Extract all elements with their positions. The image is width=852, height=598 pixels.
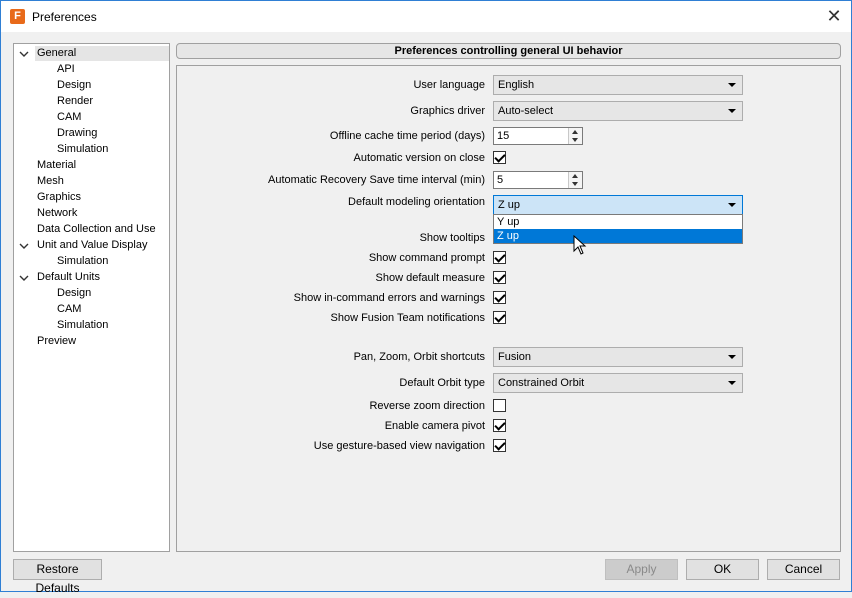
tree-item-api[interactable]: API	[57, 62, 75, 77]
mouse-pointer-icon	[573, 235, 587, 255]
default-orbit-combo[interactable]: Constrained Orbit	[493, 373, 743, 393]
modeling-orientation-dropdown-list: Y up Z up	[493, 214, 743, 244]
pan-zoom-orbit-label: Pan, Zoom, Orbit shortcuts	[353, 351, 485, 363]
tree-item-label: General	[37, 47, 77, 59]
spin-up-icon[interactable]	[572, 174, 578, 178]
tree-item-simulation[interactable]: Simulation	[57, 142, 108, 157]
graphics-driver-combo[interactable]: Auto-select	[493, 101, 743, 121]
tree-item-simulation[interactable]: Simulation	[57, 318, 108, 333]
tree-item-network[interactable]: Network	[37, 206, 77, 221]
reverse-zoom-checkbox[interactable]	[493, 399, 506, 412]
spin-up-icon[interactable]	[572, 130, 578, 134]
auto-recovery-spinner[interactable]: 5	[493, 171, 583, 189]
user-language-label: User language	[413, 79, 485, 91]
preferences-tree: General API Design Render CAM Drawing Si…	[13, 43, 170, 552]
tree-item-drawing[interactable]: Drawing	[57, 126, 97, 141]
option-z-up[interactable]: Z up	[494, 229, 742, 243]
panel-header: Preferences controlling general UI behav…	[176, 43, 841, 59]
title-bar: F Preferences ✕	[1, 1, 851, 32]
close-icon[interactable]: ✕	[817, 1, 851, 31]
ok-button[interactable]: OK	[686, 559, 759, 580]
option-y-up[interactable]: Y up	[494, 215, 742, 229]
tree-item-default-units[interactable]: Default Units	[37, 270, 100, 285]
chevron-down-icon[interactable]	[19, 273, 29, 283]
combo-value: Fusion	[498, 351, 532, 363]
tree-item-preview[interactable]: Preview	[37, 334, 76, 349]
tree-item-unit-value-display[interactable]: Unit and Value Display	[37, 238, 147, 253]
combo-value: Auto-select	[498, 105, 554, 117]
combo-value: Z up	[498, 199, 521, 211]
fusion-app-icon: F	[10, 9, 25, 24]
show-command-prompt-label: Show command prompt	[368, 252, 485, 264]
preferences-window: F Preferences ✕ General API Design Rende…	[0, 0, 852, 595]
tree-item-cam[interactable]: CAM	[57, 110, 81, 125]
tree-item-data-collection[interactable]: Data Collection and Use	[37, 222, 156, 237]
tree-item-design[interactable]: Design	[57, 286, 91, 301]
default-orbit-label: Default Orbit type	[399, 377, 485, 389]
pan-zoom-orbit-combo[interactable]: Fusion	[493, 347, 743, 367]
tree-item-mesh[interactable]: Mesh	[37, 174, 64, 189]
spinner-buttons[interactable]	[568, 128, 582, 144]
dropdown-arrow-icon	[728, 381, 736, 385]
show-default-measure-checkbox[interactable]	[493, 271, 506, 284]
dropdown-arrow-icon	[728, 109, 736, 113]
dropdown-arrow-icon	[728, 83, 736, 87]
show-team-notifications-label: Show Fusion Team notifications	[330, 312, 486, 324]
tree-item-graphics[interactable]: Graphics	[37, 190, 81, 205]
auto-recovery-label: Automatic Recovery Save time interval (m…	[267, 174, 485, 186]
gesture-nav-label: Use gesture-based view navigation	[313, 440, 485, 452]
chevron-down-icon[interactable]	[19, 49, 29, 59]
combo-value: Constrained Orbit	[498, 377, 585, 389]
restore-defaults-button[interactable]: Restore Defaults	[13, 559, 102, 595]
cancel-button[interactable]: Cancel	[767, 559, 840, 580]
apply-button[interactable]: Apply	[605, 559, 678, 580]
tree-item-simulation[interactable]: Simulation	[57, 254, 108, 269]
modeling-orientation-label: Default modeling orientation	[348, 196, 485, 208]
dropdown-arrow-icon	[728, 355, 736, 359]
offline-cache-spinner[interactable]: 15	[493, 127, 583, 145]
spinner-value: 15	[497, 130, 510, 142]
tree-item-general[interactable]: General	[35, 46, 169, 61]
show-command-prompt-checkbox[interactable]	[493, 251, 506, 264]
tree-item-design[interactable]: Design	[57, 78, 91, 93]
graphics-driver-label: Graphics driver	[410, 105, 485, 117]
tree-item-render[interactable]: Render	[57, 94, 93, 109]
spin-down-icon[interactable]	[572, 182, 578, 186]
user-language-combo[interactable]: English	[493, 75, 743, 95]
auto-version-checkbox[interactable]	[493, 151, 506, 164]
dropdown-arrow-icon	[728, 203, 736, 207]
auto-version-label: Automatic version on close	[353, 152, 485, 164]
modeling-orientation-combo[interactable]: Z up	[493, 195, 743, 215]
gesture-nav-checkbox[interactable]	[493, 439, 506, 452]
show-default-measure-label: Show default measure	[375, 272, 485, 284]
chevron-down-icon[interactable]	[19, 241, 29, 251]
spin-down-icon[interactable]	[572, 138, 578, 142]
reverse-zoom-label: Reverse zoom direction	[369, 400, 485, 412]
show-errors-checkbox[interactable]	[493, 291, 506, 304]
camera-pivot-checkbox[interactable]	[493, 419, 506, 432]
spinner-value: 5	[497, 174, 504, 186]
tree-item-material[interactable]: Material	[37, 158, 76, 173]
show-team-notifications-checkbox[interactable]	[493, 311, 506, 324]
tree-item-cam[interactable]: CAM	[57, 302, 81, 317]
window-title: Preferences	[32, 10, 97, 24]
show-tooltips-label: Show tooltips	[419, 232, 485, 244]
camera-pivot-label: Enable camera pivot	[384, 420, 485, 432]
show-errors-label: Show in-command errors and warnings	[293, 292, 485, 304]
combo-value: English	[498, 79, 535, 91]
spinner-buttons[interactable]	[568, 172, 582, 188]
offline-cache-label: Offline cache time period (days)	[329, 130, 485, 142]
